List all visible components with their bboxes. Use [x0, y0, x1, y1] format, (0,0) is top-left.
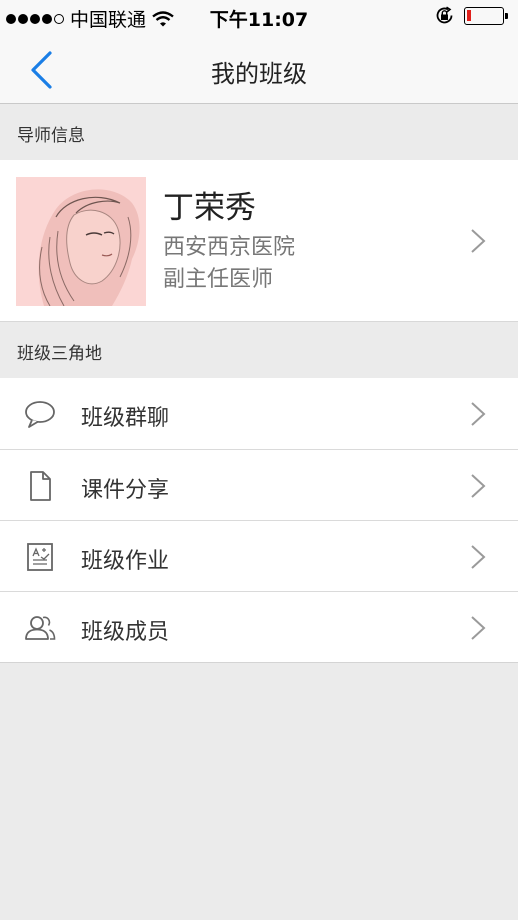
tutor-position: 副主任医师	[163, 267, 274, 292]
tutor-avatar	[16, 177, 146, 306]
menu-item-class-members[interactable]: 班级成员	[0, 591, 518, 662]
chevron-right-icon	[471, 616, 486, 640]
battery-level	[467, 9, 471, 21]
members-icon	[25, 616, 56, 640]
status-right	[435, 6, 508, 25]
section-header-label: 导师信息	[17, 126, 85, 146]
menu-item-label: 班级群聊	[81, 406, 170, 431]
menu-item-label: 班级成员	[81, 620, 170, 645]
battery-icon	[464, 6, 508, 25]
tutor-hospital: 西安西京医院	[163, 235, 296, 260]
document-icon	[30, 471, 51, 501]
section-header-label: 班级三角地	[17, 344, 102, 364]
menu-item-class-homework[interactable]: 班级作业	[0, 520, 518, 591]
menu-item-label: 课件分享	[81, 478, 170, 503]
navigation-bar: 我的班级	[0, 34, 518, 104]
tutor-card[interactable]: 丁荣秀 西安西京医院 副主任医师	[0, 160, 518, 322]
avatar-illustration	[16, 177, 146, 306]
chevron-right-icon	[471, 545, 486, 569]
class-menu-list: 班级群聊 课件分享 班级作业 班级成员	[0, 378, 518, 663]
menu-item-label: 班级作业	[81, 549, 170, 574]
page-title: 我的班级	[211, 60, 307, 88]
rotation-lock-icon	[436, 6, 453, 24]
chevron-right-icon	[471, 402, 486, 426]
menu-item-class-chat[interactable]: 班级群聊	[0, 378, 518, 449]
status-bar: 中国联通 下午11:07	[0, 0, 518, 34]
tutor-section-header: 导师信息	[0, 104, 518, 161]
chevron-right-icon	[471, 229, 486, 253]
chat-bubble-icon	[25, 401, 55, 428]
class-section-header: 班级三角地	[0, 322, 518, 379]
tutor-name: 丁荣秀	[163, 190, 256, 226]
chevron-right-icon	[471, 474, 486, 498]
menu-item-courseware-share[interactable]: 课件分享	[0, 449, 518, 520]
homework-icon	[27, 543, 53, 571]
